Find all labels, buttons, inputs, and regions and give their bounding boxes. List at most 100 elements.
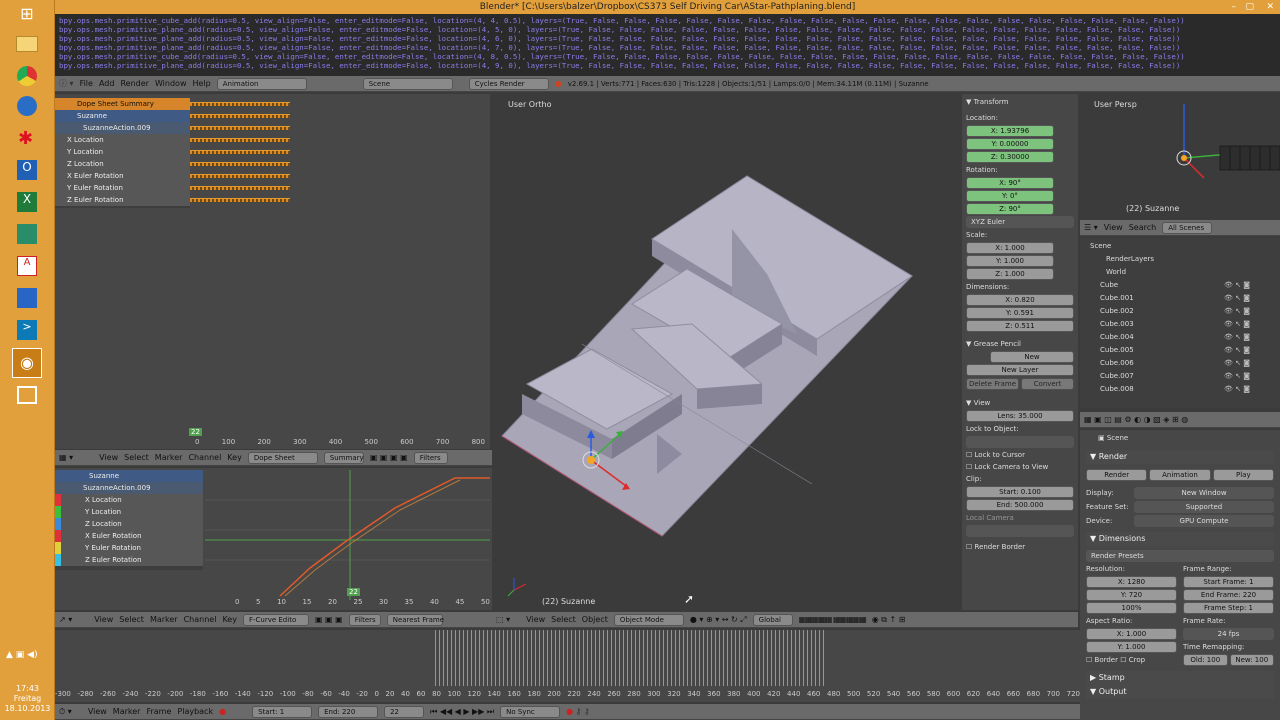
dimensions-x-field[interactable]: X: 0.820 — [966, 294, 1074, 306]
excel-icon[interactable]: X — [17, 192, 37, 212]
grease-pencil-new-button[interactable]: New — [990, 351, 1074, 363]
fps-selector[interactable]: 24 fps — [1183, 628, 1274, 640]
grease-pencil-header[interactable]: ▼ Grease Pencil — [966, 338, 1074, 350]
interaction-mode-selector[interactable]: Object Mode — [613, 613, 684, 626]
graph-channel-action[interactable]: SuzanneAction.009 — [55, 482, 203, 494]
rotation-y-field[interactable]: Y: 0° — [966, 190, 1054, 202]
editor-type-icon[interactable]: ⬚ ▾ — [496, 615, 510, 624]
menu-select[interactable]: Select — [551, 615, 576, 624]
outliner-item[interactable]: Cube.003 👁 ↖ ◙ — [1080, 318, 1280, 331]
editor-type-icon[interactable]: ↗ ▾ — [59, 615, 72, 624]
frame-indicator[interactable]: 22 — [189, 428, 202, 436]
puzzle-icon[interactable]: ✱ — [18, 128, 33, 149]
stamp-section[interactable]: ▶ Stamp — [1086, 671, 1274, 685]
menu-select[interactable]: Select — [119, 615, 144, 624]
record-icon[interactable]: ● — [219, 707, 226, 716]
scale-y-field[interactable]: Y: 1.000 — [966, 255, 1054, 267]
menu-object[interactable]: Object — [582, 615, 608, 624]
dimensions-section[interactable]: ▼ Dimensions — [1086, 532, 1274, 546]
timeline-area[interactable]: -300 -280 -260 -240 -220 -200 -180 -160 -140 -120… — [55, 630, 1080, 702]
time-new-field[interactable]: New: 100 — [1229, 654, 1274, 666]
rotation-z-field[interactable]: Z: 90° — [966, 203, 1054, 215]
outliner-item[interactable]: Cube.006 👁 ↖ ◙ — [1080, 357, 1280, 370]
clip-end-field[interactable]: End: 500.000 — [966, 499, 1074, 511]
graph-mode-selector[interactable]: F-Curve Edito — [242, 613, 309, 626]
dimensions-z-field[interactable]: Z: 0.511 — [966, 320, 1074, 332]
window-icon[interactable] — [17, 386, 37, 404]
properties-tab-icons[interactable]: ▦ ▣ ◫ ▤ ⚙ ◐ ◑ ▧ ◈ ⊞ ◍ — [1084, 415, 1188, 424]
outliner-item[interactable]: Cube.005 👁 ↖ ◙ — [1080, 344, 1280, 357]
scene-geometry[interactable] — [492, 94, 962, 610]
menu-playback[interactable]: Playback — [177, 707, 213, 716]
lock-camera-checkbox[interactable]: ☐ Lock Camera to View — [966, 461, 1074, 473]
end-frame-field[interactable]: End: 220 — [318, 705, 379, 718]
scale-z-field[interactable]: Z: 1.000 — [966, 268, 1054, 280]
file-explorer-icon[interactable] — [16, 36, 38, 52]
editor-type-icon[interactable]: ⏱ ▾ — [59, 707, 72, 717]
terminal-icon[interactable]: > — [17, 320, 37, 340]
menu-view[interactable]: View — [526, 615, 545, 624]
frame-step-field[interactable]: Frame Step: 1 — [1183, 602, 1274, 614]
render-button[interactable]: Render — [1086, 469, 1148, 481]
menu-key[interactable]: Key — [227, 453, 242, 462]
transform-header[interactable]: ▼ Transform — [966, 96, 1074, 108]
menu-view[interactable]: View — [88, 707, 107, 716]
graph-channel-y-rotation[interactable]: Y Euler Rotation — [55, 542, 203, 554]
sync-selector[interactable]: No Sync — [500, 705, 561, 718]
start-frame-field[interactable]: Start: 1 — [252, 705, 313, 718]
pivot-selector[interactable]: Nearest Frame — [386, 613, 444, 626]
outliner-filter[interactable]: All Scenes — [1162, 221, 1213, 234]
menu-render[interactable]: Render — [120, 79, 148, 88]
dropbox-icon[interactable] — [17, 288, 37, 308]
editor-type-icon[interactable]: ☰ ▾ — [1084, 223, 1098, 232]
feature-set-selector[interactable]: Supported — [1134, 501, 1274, 513]
editor-type-icon[interactable]: ▦ ▾ — [59, 453, 73, 462]
outliner-item[interactable]: Cube.008 👁 ↖ ◙ — [1080, 383, 1280, 396]
filter-icons[interactable]: ▣ ▣ ▣ ▣ — [370, 453, 408, 462]
location-y-field[interactable]: Y: 0.00000 — [966, 138, 1054, 150]
layer-buttons[interactable]: ▦▦▦▦▦ ▦▦▦▦▦ — [799, 615, 867, 624]
lens-field[interactable]: Lens: 35.000 — [966, 410, 1074, 422]
filter-icons[interactable]: ▣ ▣ ▣ — [315, 615, 343, 624]
display-selector[interactable]: New Window — [1134, 487, 1274, 499]
resolution-x-field[interactable]: X: 1280 — [1086, 576, 1177, 588]
clip-start-field[interactable]: Start: 0.100 — [966, 486, 1074, 498]
network-icon[interactable] — [17, 96, 37, 116]
menu-channel[interactable]: Channel — [188, 453, 221, 462]
rotation-mode-selector[interactable]: XYZ Euler — [966, 216, 1074, 228]
view-section-header[interactable]: ▼ View — [966, 397, 1074, 409]
render-section[interactable]: ▼ Render — [1086, 450, 1274, 464]
outliner-item-world[interactable]: World — [1080, 266, 1280, 279]
graph-filters-toggle[interactable]: Filters — [348, 613, 381, 626]
outliner-item[interactable]: Cube 👁 ↖ ◙ — [1080, 279, 1280, 292]
scale-x-field[interactable]: X: 1.000 — [966, 242, 1054, 254]
keyframe-strips[interactable] — [55, 98, 490, 208]
gear-app-icon[interactable] — [17, 224, 37, 244]
scene-selector[interactable]: Scene — [362, 77, 453, 90]
new-layer-button[interactable]: New Layer — [966, 364, 1074, 376]
lock-object-input[interactable] — [966, 436, 1074, 448]
shading-icons[interactable]: ● ▾ ⊕ ▾ ↔ ↻ ⤢ — [690, 615, 747, 625]
device-selector[interactable]: GPU Compute — [1134, 515, 1274, 527]
menu-search[interactable]: Search — [1129, 223, 1156, 232]
menu-marker[interactable]: Marker — [155, 453, 183, 462]
graph-channel-z-rotation[interactable]: Z Euler Rotation — [55, 554, 203, 566]
output-section[interactable]: ▼ Output — [1086, 685, 1274, 699]
menu-view[interactable]: View — [99, 453, 118, 462]
maximize-button[interactable]: ▢ — [1245, 0, 1254, 14]
location-x-field[interactable]: X: 1.93796 — [966, 125, 1054, 137]
current-frame-field[interactable]: 22 — [384, 705, 425, 718]
delete-frame-button[interactable]: Delete Frame — [966, 378, 1019, 390]
graph-channel-x-location[interactable]: X Location — [55, 494, 203, 506]
render-presets-selector[interactable]: Render Presets — [1086, 550, 1274, 562]
end-frame-field[interactable]: End Frame: 220 — [1183, 589, 1274, 601]
menu-key[interactable]: Key — [222, 615, 237, 624]
playback-controls[interactable]: ⏮ ◀◀ ◀ ▶ ▶▶ ⏭ — [430, 707, 494, 717]
resolution-y-field[interactable]: Y: 720 — [1086, 589, 1177, 601]
aspect-x-field[interactable]: X: 1.000 — [1086, 628, 1177, 640]
snap-icons[interactable]: ◉ ⧉ ↑ ⊞ — [872, 615, 906, 625]
mini-viewport[interactable]: User Persp (22) Suzanne — [1080, 94, 1280, 218]
graph-channel-y-location[interactable]: Y Location — [55, 506, 203, 518]
fcurve-graph[interactable] — [205, 470, 490, 600]
render-border-checkbox[interactable]: ☐ Render Border — [966, 541, 1074, 553]
